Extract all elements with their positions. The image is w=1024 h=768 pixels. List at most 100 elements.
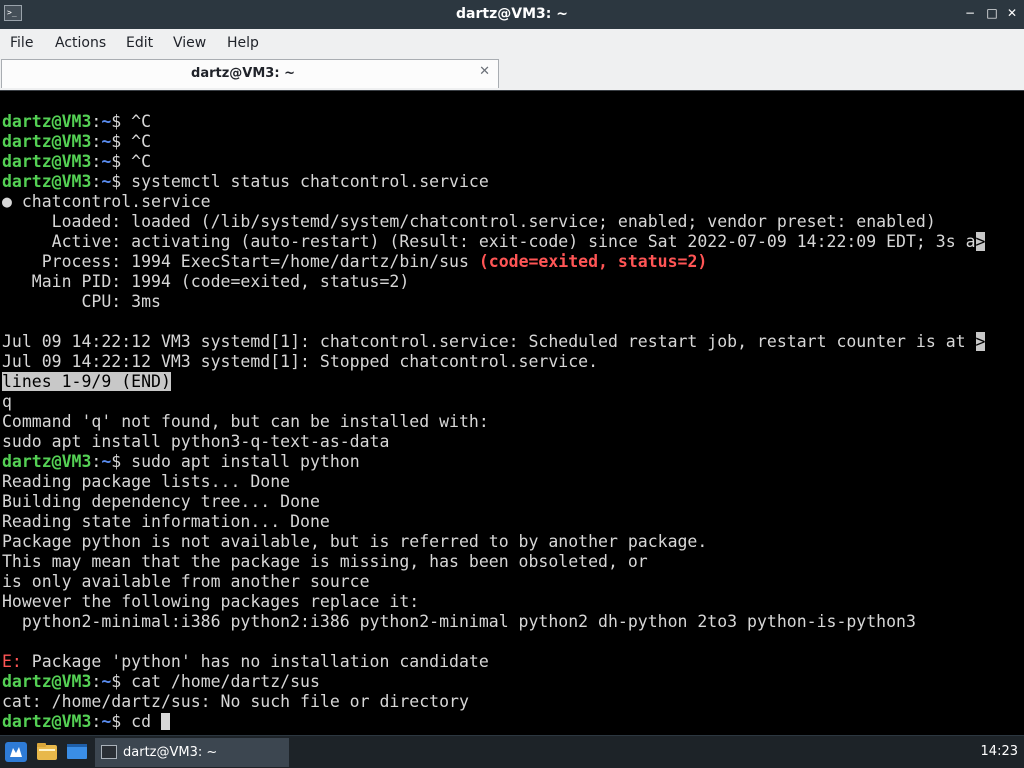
output-text: CPU: 3ms [2,292,161,311]
output-text: Reading state information... Done [2,512,330,531]
prompt-separator: : [91,172,102,191]
prompt-separator: : [91,132,102,151]
terminal-scrollbar[interactable] [994,91,1024,735]
terminal-line: Reading package lists... Done [2,472,290,492]
prompt-path: ~ [101,152,112,171]
text-cursor [160,713,170,730]
output-text: Main PID: 1994 (code=exited, status=2) [2,272,410,291]
terminal-line: sudo apt install python3-q-text-as-data [2,432,389,452]
taskbar: dartz@VM3: ~ 14:23 [0,735,1024,768]
minimize-button[interactable]: − [963,6,977,20]
window-titlebar[interactable]: >_ dartz@VM3: ~ − □ ✕ [0,0,1024,29]
menu-edit[interactable]: Edit [126,35,153,51]
terminal-line: Jul 09 14:22:12 VM3 systemd[1]: Stopped … [2,352,598,372]
terminal-line: dartz@VM3:~$ cd [2,712,170,732]
terminal-line: dartz@VM3:~$ ^C [2,152,151,172]
prompt-user: dartz@VM3 [2,672,92,691]
prompt-user: dartz@VM3 [2,452,92,471]
tab-bar: dartz@VM3: ~ ✕ [0,57,1024,90]
prompt-path: ~ [101,452,112,471]
terminal-line: dartz@VM3:~$ ^C [2,132,151,152]
terminal-line: q [2,392,12,412]
menu-actions[interactable]: Actions [55,35,106,51]
output-text: ● chatcontrol.service [2,192,211,211]
prompt-sigil: $ [111,452,132,471]
terminal-line: Process: 1994 ExecStart=/home/dartz/bin/… [2,252,708,272]
prompt-user: dartz@VM3 [2,112,92,131]
terminal-line: ● chatcontrol.service [2,192,211,212]
terminal-task-icon [101,745,117,759]
command-text: cd [131,712,161,731]
command-text: cat /home/dartz/sus [131,672,320,691]
output-text: Jul 09 14:22:12 VM3 systemd[1]: Stopped … [2,352,599,371]
prompt-separator: : [91,152,102,171]
terminal-line: Jul 09 14:22:12 VM3 systemd[1]: chatcont… [2,332,986,352]
menu-help[interactable]: Help [227,35,259,51]
prompt-sigil: $ [111,132,132,151]
start-menu-icon[interactable] [5,742,27,762]
terminal-output[interactable]: dartz@VM3:~$ ^C dartz@VM3:~$ ^C dartz@VM3:… [0,90,1024,735]
show-desktop-icon[interactable] [66,742,88,762]
terminal-line: Active: activating (auto-restart) (Resul… [2,232,986,252]
prompt-sigil: $ [111,152,132,171]
file-manager-icon[interactable] [36,742,58,762]
prompt-user: dartz@VM3 [2,712,92,731]
command-text: systemctl status chatcontrol.service [131,172,489,191]
terminal-line: dartz@VM3:~$ systemctl status chatcontro… [2,172,489,192]
terminal-line: CPU: 3ms [2,292,161,312]
command-text: ^C [131,132,152,151]
terminal-line: dartz@VM3:~$ sudo apt install python [2,452,360,472]
output-text: This may mean that the package is missin… [2,552,648,571]
output-text: python2-minimal:i386 python2:i386 python… [2,612,916,631]
prompt-user: dartz@VM3 [2,152,92,171]
terminal-tab[interactable]: dartz@VM3: ~ ✕ [1,59,499,88]
window-title: dartz@VM3: ~ [456,6,568,22]
output-text: Process: 1994 ExecStart=/home/dartz/bin/… [2,252,479,271]
menu-view[interactable]: View [173,35,206,51]
terminal-line: E: Package 'python' has no installation … [2,652,489,672]
command-text: sudo apt install python [131,452,360,471]
terminal-line: Command 'q' not found, but can be instal… [2,412,489,432]
prompt-separator: : [91,712,102,731]
terminal-line: However the following packages replace i… [2,592,419,612]
output-text: Jul 09 14:22:12 VM3 systemd[1]: chatcont… [2,332,976,351]
output-text: Active: activating (auto-restart) (Resul… [2,232,976,251]
prompt-sigil: $ [111,672,132,691]
truncation-marker: > [975,232,986,251]
prompt-sigil: $ [111,112,132,131]
maximize-button[interactable]: □ [985,6,999,20]
terminal-line: cat: /home/dartz/sus: No such file or di… [2,692,469,712]
clock[interactable]: 14:23 [981,744,1018,759]
output-text: q [2,392,12,411]
tab-label: dartz@VM3: ~ [191,66,295,81]
error-label: E: [2,652,22,671]
terminal-line: Package python is not available, but is … [2,532,707,552]
menu-file[interactable]: File [10,35,33,51]
truncation-marker: > [975,332,986,351]
prompt-path: ~ [101,112,112,131]
terminal-line: Reading state information... Done [2,512,330,532]
taskbar-task-terminal[interactable]: dartz@VM3: ~ [95,738,289,767]
error-message: Package 'python' has no installation can… [21,652,489,671]
prompt-path: ~ [101,672,112,691]
terminal-line: This may mean that the package is missin… [2,552,648,572]
taskbar-task-label: dartz@VM3: ~ [123,745,218,760]
close-button[interactable]: ✕ [1005,6,1019,20]
output-text: Building dependency tree... Done [2,492,320,511]
output-text: Reading package lists... Done [2,472,291,491]
prompt-user: dartz@VM3 [2,172,92,191]
output-text: Package python is not available, but is … [2,532,708,551]
tab-close-icon[interactable]: ✕ [479,64,490,79]
command-text: ^C [131,112,152,131]
output-text: However the following packages replace i… [2,592,420,611]
output-text: Command 'q' not found, but can be instal… [2,412,489,431]
terminal-line: Main PID: 1994 (code=exited, status=2) [2,272,410,292]
menu-bar: File Actions Edit View Help [0,29,1024,58]
output-text: cat: /home/dartz/sus: No such file or di… [2,692,469,711]
terminal-line: Building dependency tree... Done [2,492,320,512]
prompt-path: ~ [101,172,112,191]
terminal-line: python2-minimal:i386 python2:i386 python… [2,612,916,632]
error-status-text: (code=exited, status=2) [478,252,708,271]
prompt-path: ~ [101,712,112,731]
prompt-separator: : [91,112,102,131]
